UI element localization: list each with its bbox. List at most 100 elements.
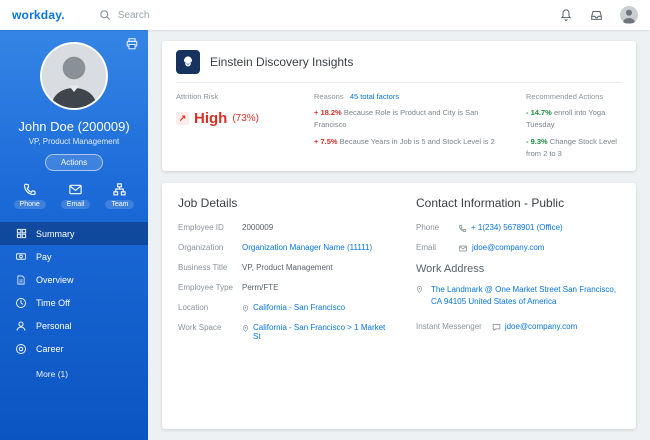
email-link[interactable]: jdoe@company.com (472, 243, 544, 252)
attrition-risk-value: High (194, 110, 228, 127)
search-icon (99, 9, 111, 21)
target-icon (15, 343, 27, 355)
print-icon[interactable] (125, 37, 139, 51)
person-icon (15, 320, 27, 332)
attrition-risk-percent: (73%) (232, 113, 260, 124)
phone-handset-icon (458, 224, 467, 233)
sidebar-item-label: Pay (36, 251, 52, 262)
detail-row-location: Location California - San Francisco (178, 303, 390, 312)
notifications-bell-icon[interactable] (558, 8, 573, 23)
envelope-icon (458, 244, 468, 253)
sidebar-item-label: Time Off (36, 297, 71, 308)
employee-photo (40, 42, 108, 110)
location-pin-icon (242, 304, 249, 313)
work-address-link[interactable]: The Landmark @ One Market Street San Fra… (431, 284, 620, 310)
sidebar-item-label: Personal (36, 320, 72, 331)
quick-action-label: Phone (13, 200, 46, 209)
contact-information-title: Contact Information - Public (416, 195, 565, 210)
reason-delta: + 18.2% (314, 108, 342, 117)
attrition-risk-label: Attrition Risk (176, 92, 219, 101)
quick-action-team[interactable]: Team (105, 182, 135, 209)
search-input[interactable] (117, 9, 248, 21)
quick-action-phone[interactable]: Phone (13, 182, 46, 209)
team-org-chart-icon (112, 182, 127, 197)
recommended-item: - 9.3% Change Stock Level from 2 to 3 (526, 136, 622, 159)
contact-information-section: Contact Information - Public Phone + 1(2… (416, 196, 620, 417)
sidebar-item-label: Career (36, 343, 64, 354)
inbox-tray-icon[interactable] (589, 8, 604, 23)
sidebar-item-label: Overview (36, 274, 74, 285)
sidebar-item-overview[interactable]: Overview (0, 268, 148, 291)
banknote-icon (15, 251, 27, 262)
employee-title: VP, Product Management (28, 137, 120, 146)
row-label: Phone (416, 222, 440, 232)
reason-item: + 18.2% Because Role is Product and City… (314, 107, 504, 130)
sidebar-item-summary[interactable]: Summary (0, 222, 148, 245)
chat-bubble-icon (492, 323, 501, 332)
row-value: VP, Product Management (242, 262, 333, 272)
recommended-delta: - 9.3% (526, 137, 548, 147)
location-pin-icon (242, 324, 249, 333)
quick-action-label: Team (105, 200, 135, 209)
row-label: Organization (178, 242, 224, 252)
employee-name: John Doe (200009) (18, 119, 130, 134)
row-label: Location (178, 302, 209, 312)
row-value: Perm/FTE (242, 282, 279, 292)
contact-row-phone: Phone + 1(234) 5678901 (Office) (416, 223, 620, 232)
work-address-title: Work Address (416, 262, 485, 275)
contact-row-email: Email jdoe@company.com (416, 243, 620, 252)
recommended-delta: - 14.7% (526, 108, 552, 117)
location-pin-icon (416, 285, 423, 311)
reason-item: + 7.5% Because Years in Job is 5 and Sto… (314, 136, 504, 148)
job-details-title: Job Details (178, 195, 238, 210)
clock-icon (15, 297, 27, 309)
main-content: Einstein Discovery Insights Attrition Ri… (148, 30, 650, 440)
sidebar-item-personal[interactable]: Personal (0, 314, 148, 337)
email-icon (68, 182, 83, 197)
phone-link[interactable]: + 1(234) 5678901 (Office) (471, 223, 563, 232)
phone-icon (22, 182, 37, 197)
reason-delta: + 7.5% (314, 137, 338, 147)
sidebar-item-label: Summary (36, 228, 75, 239)
actions-button[interactable]: Actions (44, 154, 104, 171)
search-bar[interactable] (99, 9, 248, 21)
recommended-item: - 14.7% enroll into Yoga Tuesday (526, 107, 622, 130)
details-card: Job Details Employee ID 2000009 Organiza… (162, 182, 636, 429)
reasons-label: Reasons (314, 92, 344, 101)
row-label: Employee Type (178, 282, 233, 292)
document-icon (15, 274, 27, 286)
workday-logo[interactable]: workday. (12, 8, 65, 22)
sidebar-item-career[interactable]: Career (0, 337, 148, 360)
row-value: 2000009 (242, 222, 274, 232)
detail-row-employee-type: Employee Type Perm/FTE (178, 283, 390, 292)
grid-icon (15, 228, 27, 239)
row-label: Email (416, 242, 437, 252)
detail-row-employee-id: Employee ID 2000009 (178, 223, 390, 232)
detail-row-organization: Organization Organization Manager Name (… (178, 243, 390, 252)
user-avatar[interactable] (620, 6, 638, 24)
total-factors-link[interactable]: 45 total factors (350, 92, 399, 101)
location-link[interactable]: California - San Francisco (253, 303, 345, 312)
einstein-insights-card: Einstein Discovery Insights Attrition Ri… (162, 41, 636, 171)
organization-link[interactable]: Organization Manager Name (11111) (242, 243, 372, 252)
instant-messenger-link[interactable]: jdoe@company.com (505, 322, 577, 331)
insights-title: Einstein Discovery Insights (210, 55, 354, 69)
quick-action-label: Email (60, 200, 91, 209)
work-address-row: The Landmark @ One Market Street San Fra… (416, 284, 620, 310)
sidebar-nav: Summary Pay Overview Time Off Personal C… (0, 222, 148, 360)
reason-text: Because Years in Job is 5 and Stock Leve… (339, 137, 495, 147)
row-label: Instant Messenger (416, 322, 482, 332)
job-details-section: Job Details Employee ID 2000009 Organiza… (178, 196, 390, 417)
row-label: Employee ID (178, 222, 224, 232)
sidebar-item-pay[interactable]: Pay (0, 245, 148, 268)
recommended-actions-label: Recommended Actions (526, 92, 604, 101)
sidebar-more-link[interactable]: More (1) (0, 369, 148, 379)
detail-row-business-title: Business Title VP, Product Management (178, 263, 390, 272)
contact-row-instant-messenger: Instant Messenger jdoe@company.com (416, 322, 620, 332)
einstein-icon (176, 50, 200, 74)
top-bar: workday. (0, 0, 650, 30)
quick-action-email[interactable]: Email (60, 182, 91, 209)
sidebar-item-time-off[interactable]: Time Off (0, 291, 148, 314)
work-space-link[interactable]: California - San Francisco > 1 Market St (253, 323, 390, 341)
profile-sidebar: John Doe (200009) VP, Product Management… (0, 30, 148, 440)
